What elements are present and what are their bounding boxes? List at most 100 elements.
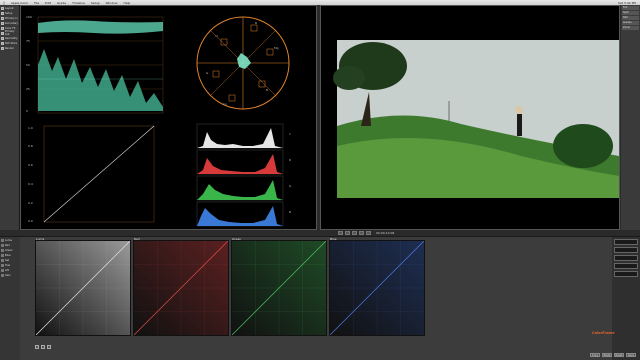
- curve-tick: 0.4: [28, 182, 33, 186]
- btool-sat[interactable]: Sat: [1, 258, 19, 262]
- waveform-graphic: [37, 16, 164, 114]
- reset-field[interactable]: [614, 271, 638, 277]
- btool-blue[interactable]: Blue: [1, 253, 19, 257]
- viewer-tool-still[interactable]: Still: [622, 16, 639, 20]
- app-name[interactable]: Apple Color: [11, 1, 28, 5]
- tool-icon: [1, 31, 4, 35]
- viewer-tool-full[interactable]: Full: [622, 6, 639, 10]
- blue-curve[interactable]: [329, 240, 425, 336]
- viewer-tool-split[interactable]: Split: [622, 11, 639, 15]
- curve-graphic: [232, 241, 326, 335]
- mode-button-2[interactable]: [41, 345, 45, 349]
- tool-render[interactable]: Render: [1, 46, 18, 50]
- waveform-tick: 75: [26, 39, 30, 43]
- luma-curve[interactable]: [35, 240, 131, 336]
- tool-icon: [1, 273, 4, 277]
- lift-field[interactable]: [614, 239, 638, 245]
- apple-icon[interactable]: : [3, 1, 5, 5]
- viewer-toolbar: Full Split Still Guides Zoom: [621, 5, 640, 230]
- waveform-tick: 0: [26, 109, 28, 113]
- waveform-tick: 100: [26, 15, 32, 19]
- tool-geometry[interactable]: Geometry: [1, 36, 18, 40]
- menu-setup[interactable]: Setup: [91, 1, 100, 5]
- curve-tick: 1.0: [28, 126, 33, 130]
- scopes-panel: 100 75 50 25 0 R Mg B Cy G Yl 1.0 0.8 0.…: [20, 5, 317, 230]
- tool-primary-out[interactable]: Primary Out: [1, 30, 18, 36]
- mode-button-3[interactable]: [47, 345, 51, 349]
- vectorscope[interactable]: R Mg B Cy G Yl: [173, 9, 313, 117]
- mark-button[interactable]: [366, 231, 371, 235]
- viewer-frame: [321, 6, 619, 229]
- tool-icon: [1, 243, 4, 247]
- menu-grade[interactable]: Grade: [57, 1, 66, 5]
- green-curve[interactable]: [231, 240, 327, 336]
- waveform-scope[interactable]: 100 75 50 25 0: [24, 9, 169, 117]
- luma-curve-label: Luma: [36, 237, 45, 241]
- vector-label: Cy: [223, 102, 227, 106]
- tool-icon: [1, 248, 4, 252]
- image-viewer[interactable]: [320, 5, 620, 230]
- btool-lift[interactable]: Lift: [1, 268, 19, 272]
- tool-secondary[interactable]: Secondary: [1, 21, 18, 25]
- bottom-actions: Copy Paste Reset Save: [590, 353, 636, 357]
- waveform-tick: 25: [26, 87, 30, 91]
- btool-hue[interactable]: Hue: [1, 263, 19, 267]
- vector-label: Yl: [215, 34, 218, 38]
- tool-icon: [1, 41, 4, 45]
- timecode: 00:00:12:08: [376, 231, 395, 235]
- vector-label: G: [206, 71, 209, 75]
- curves-toolbar: Luma Red Green Blue Sat Hue Lift Gain: [0, 237, 20, 360]
- menu-file[interactable]: File: [34, 1, 39, 5]
- curve-scope-graphic: [43, 125, 155, 223]
- copy-button[interactable]: Copy: [590, 353, 600, 357]
- btool-gain[interactable]: Gain: [1, 273, 19, 277]
- vector-label: Mg: [274, 46, 279, 50]
- menu-edit[interactable]: Edit: [45, 1, 51, 5]
- curve-graphic: [330, 241, 424, 335]
- histogram-graphic: [196, 123, 284, 227]
- tool-setup[interactable]: Setup: [1, 11, 18, 15]
- tool-icon: [1, 263, 4, 267]
- mode-button-1[interactable]: [35, 345, 39, 349]
- adjustment-panel: [612, 237, 640, 360]
- btool-green[interactable]: Green: [1, 248, 19, 252]
- hist-label: G: [289, 184, 292, 188]
- tool-icon: [1, 21, 4, 25]
- vector-label: R: [255, 21, 258, 25]
- paste-button[interactable]: Paste: [602, 353, 612, 357]
- tool-icon: [1, 11, 4, 15]
- curve-scope[interactable]: 1.0 0.8 0.6 0.4 0.2 0.0: [24, 120, 169, 228]
- blue-curve-label: Blue: [330, 237, 337, 241]
- viewer-tool-zoom[interactable]: Zoom: [622, 26, 639, 30]
- btool-luma[interactable]: Luma: [1, 238, 19, 242]
- gain-field[interactable]: [614, 255, 638, 261]
- hist-label: B: [289, 210, 292, 214]
- prev-button[interactable]: [338, 231, 343, 235]
- loop-button[interactable]: [359, 231, 364, 235]
- room-toolbar: Layout Setup Primary In Secondary Color …: [0, 5, 20, 230]
- red-curve[interactable]: [133, 240, 229, 336]
- vectorscope-graphic: [196, 16, 290, 110]
- next-button[interactable]: [352, 231, 357, 235]
- tool-layout[interactable]: Layout: [1, 6, 18, 10]
- tool-icon: [1, 258, 4, 262]
- tool-primary-in[interactable]: Primary In: [1, 16, 18, 20]
- save-button[interactable]: Save: [626, 353, 636, 357]
- hist-label: R: [289, 158, 292, 162]
- reset-button[interactable]: Reset: [614, 353, 624, 357]
- btool-red[interactable]: Red: [1, 243, 19, 247]
- menu-help[interactable]: Help: [123, 1, 130, 5]
- clock: Sat 3:42 PM: [618, 0, 636, 5]
- tool-still-store[interactable]: Still Store: [1, 41, 18, 45]
- viewer-tool-guides[interactable]: Guides: [622, 21, 639, 25]
- menu-window[interactable]: Window: [106, 1, 118, 5]
- menu-timeline[interactable]: Timeline: [72, 1, 85, 5]
- play-button[interactable]: [345, 231, 350, 235]
- tool-icon: [1, 268, 4, 272]
- sat-field[interactable]: [614, 263, 638, 269]
- histogram-scope[interactable]: Y R G B: [173, 120, 313, 228]
- red-curve-label: Red: [134, 237, 140, 241]
- tool-icon: [1, 238, 4, 242]
- tool-icon: [1, 16, 4, 20]
- gamma-field[interactable]: [614, 247, 638, 253]
